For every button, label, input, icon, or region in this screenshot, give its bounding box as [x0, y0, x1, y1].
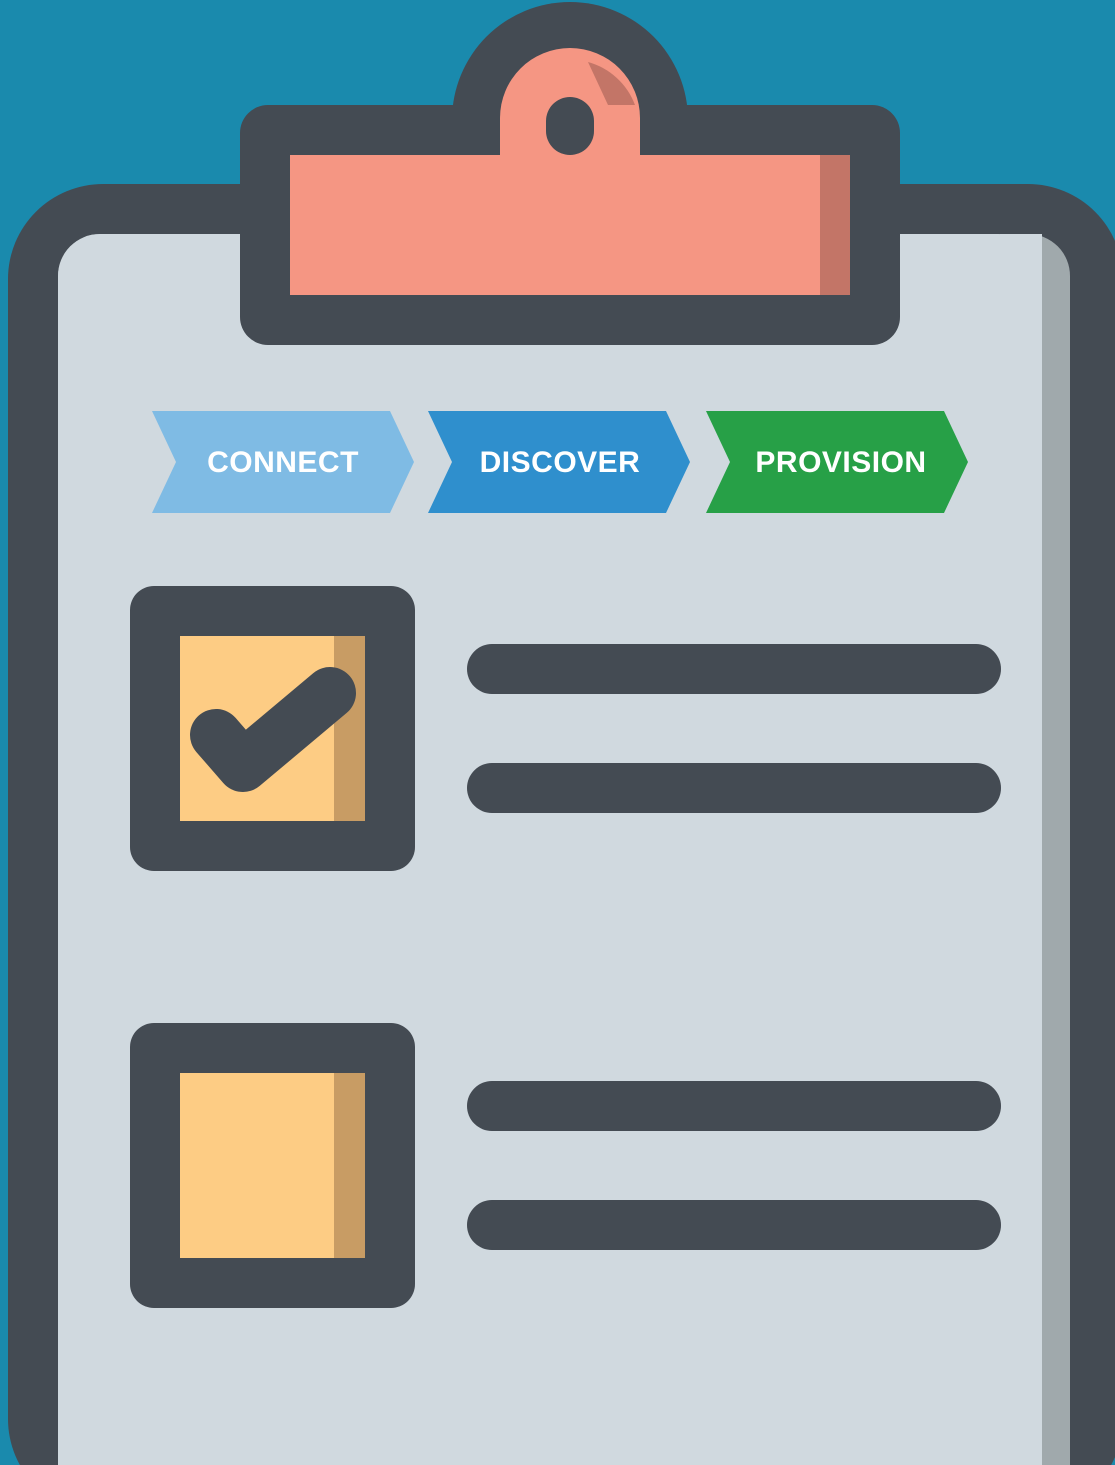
clipboard-illustration: CONNECT DISCOVER PROVISION	[0, 0, 1115, 1465]
text-placeholder-line	[467, 1200, 1001, 1250]
step-label: DISCOVER	[480, 446, 641, 479]
text-placeholder-line	[467, 644, 1001, 694]
step-provision: PROVISION	[706, 411, 968, 513]
text-placeholder-line	[467, 1081, 1001, 1131]
process-steps: CONNECT DISCOVER PROVISION	[152, 411, 968, 513]
step-connect: CONNECT	[152, 411, 414, 513]
checkbox-checked[interactable]	[130, 586, 415, 871]
checkbox-unchecked[interactable]	[130, 1023, 415, 1308]
clip-hole	[546, 97, 594, 155]
step-label: CONNECT	[207, 446, 359, 479]
step-label: PROVISION	[755, 446, 926, 479]
text-placeholder-line	[467, 763, 1001, 813]
step-discover: DISCOVER	[428, 411, 690, 513]
